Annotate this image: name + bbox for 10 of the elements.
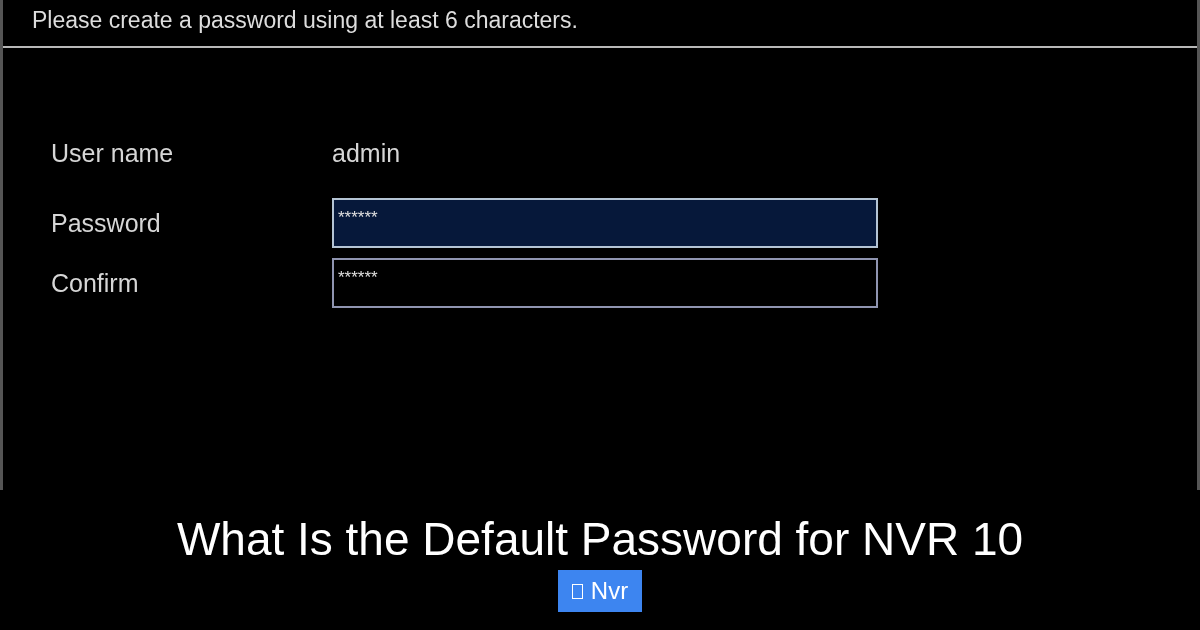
field-label: User name — [51, 138, 175, 168]
article-title: What Is the Default Password for NVR 10 — [176, 512, 1024, 566]
field-label: Password — [51, 208, 162, 238]
instruction-text: Please create a password using at least 6 characters. — [32, 6, 578, 34]
password-field[interactable]: ****** — [332, 258, 878, 308]
password-field[interactable]: ****** — [332, 198, 878, 248]
category-tag[interactable]: Nvr — [557, 570, 643, 612]
field-value: admin — [332, 138, 401, 168]
field-label: Confirm — [51, 268, 140, 298]
tag-icon — [571, 583, 583, 599]
